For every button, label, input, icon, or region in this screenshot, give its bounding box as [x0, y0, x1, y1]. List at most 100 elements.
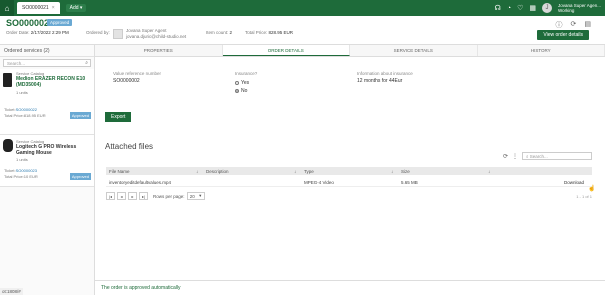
view-order-details-button[interactable]: View order details [537, 30, 589, 40]
total-price-label: Total Price: [245, 30, 268, 35]
close-icon[interactable]: × [52, 5, 55, 11]
agent-name: Jovana Super Agent [126, 28, 167, 33]
sidebar-title: Ordered services (2) [0, 45, 94, 57]
last-page-button[interactable]: ▸| [139, 192, 148, 200]
reference-label: Value reference number [113, 71, 161, 76]
cell-file-name: inventoryeditdefaultvalues.mp4 [109, 180, 172, 185]
ticket-label: Ticket: [4, 107, 16, 112]
heart-icon[interactable]: ♡ [517, 4, 523, 12]
item-total: Total Price:818.95 EUR [4, 113, 46, 118]
item-total: Total Price:10 EUR [4, 174, 38, 179]
calendar-icon[interactable]: ▦ [529, 4, 536, 12]
tab-so0000021[interactable]: SO0000021 × [17, 2, 60, 14]
page-size-value: 20 [189, 193, 195, 199]
header-actions: ⓘ ⟳ ▤ [556, 20, 592, 30]
home-icon[interactable]: ⌂ [0, 0, 14, 16]
add-button[interactable]: Add ▾ [65, 4, 87, 12]
item-units: 1 units [16, 157, 28, 162]
table-row[interactable]: inventoryeditdefaultvalues.mp4 MPEG-4 Vi… [106, 177, 592, 187]
page-size-select[interactable]: 20 ▾ [186, 192, 205, 200]
sort-icon[interactable]: ↓ [391, 169, 393, 174]
item-name: Medion ERAZER RECON E10 (MD35004) [16, 76, 86, 88]
export-button[interactable]: Export [105, 112, 132, 122]
insurance-no-radio[interactable]: No [235, 88, 247, 94]
item-ticket: Ticket:SO0000022 [4, 107, 37, 112]
search-placeholder: Search... [529, 154, 548, 159]
url-status: ot:1808/# [0, 288, 23, 295]
tab-properties[interactable]: PROPERTIES [95, 45, 223, 56]
item-count-label: Item count: [206, 30, 229, 35]
top-bar: ⌂ SO0000021 × Add ▾ ☊ ◔ ♡ ▦ J Jovana Sup… [0, 0, 605, 16]
mouse-thumbnail-icon [3, 139, 13, 152]
ticket-link[interactable]: SO0000023 [16, 168, 37, 173]
sidebar-search-input[interactable]: Search... ⌕ [3, 59, 91, 67]
cell-size: 5.65 MB [401, 180, 418, 185]
item-ticket: Ticket:SO0000023 [4, 168, 37, 173]
user-status: Working [557, 8, 575, 13]
total-price: Total Price: 828.95 EUR [245, 30, 293, 35]
tab-history[interactable]: HISTORY [477, 45, 605, 56]
sort-icon[interactable]: ↓ [488, 169, 490, 174]
ticket-link[interactable]: SO0000022 [16, 107, 37, 112]
tab-order-details[interactable]: ORDER DETAILS [222, 45, 350, 56]
insurance-label: Insurance? [235, 71, 258, 76]
col-file-name[interactable]: File Name [109, 169, 130, 174]
table-header: File Name ↓ Description ↓ Type ↓ Size ↓ [106, 167, 592, 175]
no-label: No [241, 88, 248, 94]
filter-icon[interactable]: ⋮ [512, 153, 518, 160]
item-name: Logitech G PRO Wireless Gaming Mouse [16, 144, 77, 156]
status-message: The order is approved automatically [95, 280, 605, 295]
print-icon[interactable]: ▤ [584, 20, 591, 30]
laptop-thumbnail-icon [3, 73, 12, 87]
order-date: Order Date: 2/17/2022 2:29 PM [6, 30, 69, 35]
sort-icon[interactable]: ↓ [196, 169, 198, 174]
attached-search-input[interactable]: ⌕ Search... [522, 152, 592, 160]
tab-service-details[interactable]: SERVICE DETAILS [350, 45, 478, 56]
page-size-label: Rows per page: [153, 193, 185, 199]
next-page-button[interactable]: ▸ [128, 192, 137, 200]
col-description[interactable]: Description [206, 169, 229, 174]
prev-page-button[interactable]: ◂ [117, 192, 126, 200]
bell-icon[interactable]: ◔ [507, 5, 511, 12]
insurance-info-label: Information about insurance [357, 71, 413, 76]
avatar[interactable]: J [541, 3, 552, 13]
agent-email: jovana.djuric@child-studio.net [126, 34, 187, 39]
agent-avatar-icon [113, 29, 123, 39]
status-badge: Approved [47, 19, 73, 26]
cell-type: MPEG-4 Video [304, 180, 334, 185]
reference-value: SO0000002 [113, 78, 140, 84]
headset-icon[interactable]: ☊ [495, 4, 501, 12]
total-price-value: 828.95 EUR [268, 30, 294, 35]
item-count: Item count: 2 [206, 30, 232, 35]
sort-icon[interactable]: ↓ [294, 169, 296, 174]
user-menu[interactable]: Jovana Super Agen... Working [558, 3, 601, 13]
chevron-down-icon: ▾ [199, 193, 202, 198]
pagination: |◂ ◂ ▸ ▸| Rows per page: 20 ▾ [106, 192, 205, 200]
list-item[interactable]: Service Catalog Logitech G PRO Wireless … [0, 135, 94, 187]
row-count: 1 - 1 of 1 [576, 194, 592, 199]
refresh-icon[interactable]: ⟳ [571, 20, 577, 30]
download-link[interactable]: Download [564, 180, 584, 185]
table-tools: ⟳ ⋮ ⌕ Search... [503, 152, 592, 160]
order-date-label: Order Date: [6, 30, 30, 35]
col-type[interactable]: Type [304, 169, 314, 174]
list-item[interactable]: Service Catalog Medion ERAZER RECON E10 … [0, 69, 94, 135]
refresh-icon[interactable]: ⟳ [503, 153, 508, 160]
tab-label: SO0000021 [22, 5, 49, 11]
order-details-panel: Value reference number SO0000002 Insuran… [95, 57, 605, 280]
item-status-badge: Approved [69, 112, 91, 119]
attached-files-title: Attached files [105, 142, 154, 151]
insurance-yes-radio[interactable]: Yes [235, 80, 249, 86]
search-icon[interactable]: ⌕ [85, 60, 88, 66]
search-placeholder: Search... [7, 61, 26, 66]
ticket-label: Ticket: [4, 168, 16, 173]
info-icon[interactable]: ⓘ [556, 20, 563, 30]
radio-selected-icon [235, 89, 239, 93]
item-status-badge: Approved [69, 173, 91, 180]
detail-tabs: PROPERTIES ORDER DETAILS SERVICE DETAILS… [95, 45, 605, 57]
item-units: 1 units [16, 90, 28, 95]
col-size[interactable]: Size [401, 169, 410, 174]
first-page-button[interactable]: |◂ [106, 192, 115, 200]
order-header: SO0000021 Approved Order Date: 2/17/2022… [0, 16, 605, 45]
ordered-by-label: Ordered by: [86, 30, 110, 35]
